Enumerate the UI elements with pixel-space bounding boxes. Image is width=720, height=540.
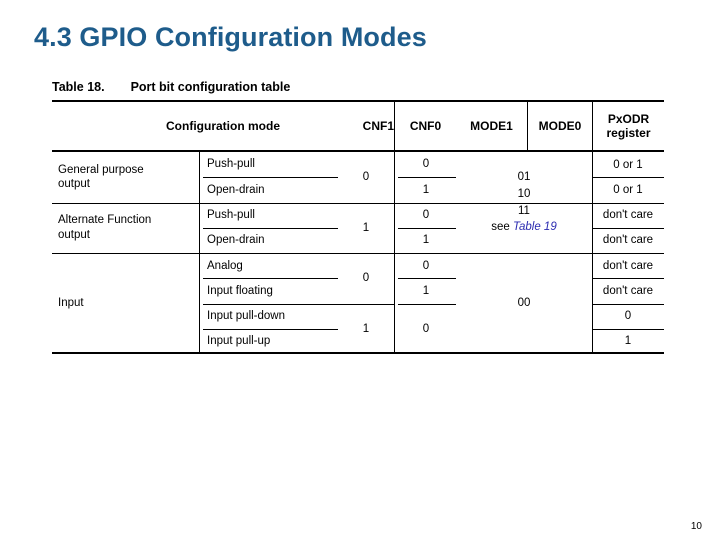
pxodr-value: 1 [624,335,632,348]
cnf1-value: 0 [362,171,370,184]
page-number: 10 [690,521,702,532]
table-header-row: Configuration mode CNF1 CNF0 MODE1 MODE0… [52,102,664,152]
group-label-line2: output [58,228,90,241]
see-prefix: see [491,221,510,234]
mode-value-line1: 01 [517,171,531,184]
pxodr-value: 0 [624,310,632,323]
mode-value-block-output: 01 10 11 see Table 19 [456,152,592,253]
submode-label: Push-pull [207,209,255,221]
submode-label: Input pull-down [207,310,285,322]
pxodr-value: don't care [602,209,654,222]
cnf0-value: 1 [422,284,430,297]
submode-label: Open-drain [207,234,265,247]
port-bit-configuration-table: Configuration mode CNF1 CNF0 MODE1 MODE0… [52,100,664,354]
pxodr-value: don't care [602,284,654,297]
table-body: General purpose output Push-pull Open-dr… [52,152,664,354]
mode-see-reference: see Table 19 [491,219,556,236]
column-header-pxodr-line2: register [606,126,651,140]
column-header-pxodr-register: PxODR register [592,102,664,152]
mode-value-block-input: 00 [456,253,592,354]
column-header-pxodr-line1: PxODR [607,112,650,127]
pxodr-value: 0 or 1 [613,158,643,171]
group-label-line2: output [58,178,90,191]
cnf0-value: 0 [422,209,430,221]
column-header-mode1: MODE1 [470,119,513,134]
cnf0-value: 0 [422,158,430,171]
submode-label: Input pull-up [207,335,271,348]
cnf0-value: 0 [422,322,430,335]
pxodr-value: 0 or 1 [613,183,643,196]
cnf0-value: 1 [422,234,430,247]
group-label-line1: Alternate Function [58,214,152,227]
submode-label: Analog [207,259,243,272]
cnf1-value: 0 [362,272,370,285]
table-caption: Table 18. Port bit configuration table [52,80,290,94]
cnf1-value: 1 [362,221,370,234]
table-caption-title: Port bit configuration table [130,80,291,94]
page-title: 4.3 GPIO Configuration Modes [34,22,427,52]
mode-value-line3: 11 [518,204,530,217]
mode-value-line2: 10 [517,187,531,200]
table-caption-label: Table 18. [52,80,105,94]
cnf0-value: 1 [422,183,430,196]
group-label-general-purpose-output: General purpose output [58,152,196,203]
mode-value-input: 00 [517,297,531,310]
table-19-link[interactable]: Table 19 [513,221,557,233]
column-header-configuration-mode: Configuration mode [166,119,280,134]
cnf1-value: 1 [362,322,370,335]
submode-label: Push-pull [207,158,255,171]
cnf0-value: 0 [422,259,430,272]
group-label-line1: General purpose [58,163,144,176]
column-header-cnf0: CNF0 [394,102,456,152]
submode-label: Input floating [207,284,273,297]
pxodr-value: don't care [602,234,654,247]
group-label-input: Input [58,297,84,310]
submode-label: Open-drain [207,183,265,196]
column-header-mode0: MODE0 [527,102,592,152]
pxodr-value: don't care [602,259,654,272]
group-label-alternate-function-output: Alternate Function output [58,203,196,253]
